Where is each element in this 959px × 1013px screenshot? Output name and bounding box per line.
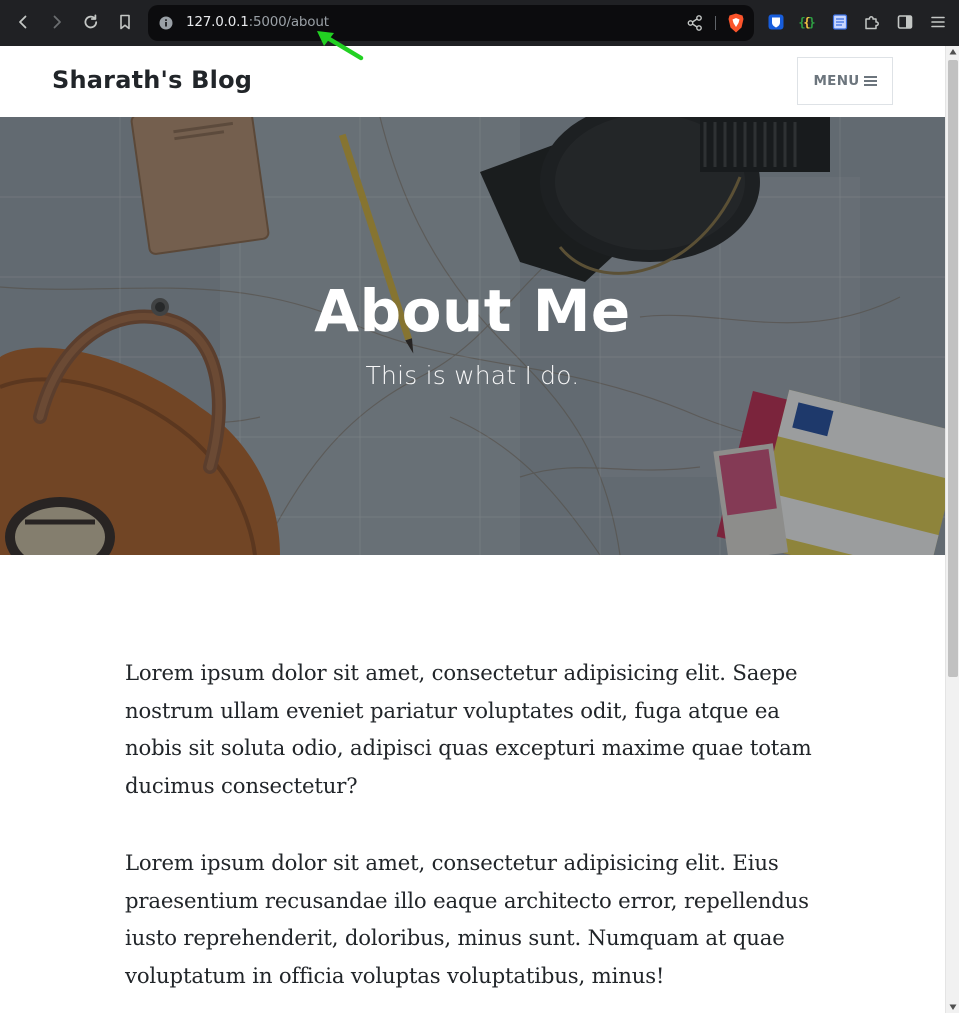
brave-shields-icon[interactable] [726, 12, 746, 34]
scroll-down-arrow-icon[interactable] [949, 1003, 957, 1011]
annotation-arrow-icon [317, 31, 364, 61]
bitwarden-icon[interactable] [766, 11, 786, 33]
hero-header: About Me This is what I do. [0, 117, 945, 555]
url-text[interactable]: 127.0.0.1:5000/about [186, 14, 329, 30]
about-content: Lorem ipsum dolor sit amet, consectetur … [125, 654, 815, 1013]
url-host: 127.0.0.1 [186, 14, 249, 30]
menu-button[interactable]: MENU [797, 57, 893, 105]
bars-icon [863, 76, 877, 86]
info-icon[interactable] [158, 15, 174, 31]
share-icon[interactable] [686, 14, 704, 32]
page-subtitle: This is what I do. [365, 361, 580, 390]
address-bar[interactable]: 127.0.0.1:5000/about [148, 5, 754, 41]
reader-icon[interactable] [830, 11, 850, 33]
page-viewport: Sharath's Blog MENU About Me This is wha… [0, 46, 945, 1013]
page-scrollbar[interactable] [945, 46, 959, 1013]
puzzle-icon[interactable] [862, 11, 882, 33]
svg-text:{: { [798, 16, 805, 30]
back-arrow-icon[interactable] [9, 8, 37, 36]
forward-arrow-icon[interactable] [43, 8, 71, 36]
site-brand[interactable]: Sharath's Blog [52, 66, 252, 94]
content-paragraph: Lorem ipsum dolor sit amet, consectetur … [125, 660, 812, 798]
omnibox-divider [715, 16, 716, 30]
bookmark-icon[interactable] [111, 8, 139, 36]
reload-icon[interactable] [77, 8, 105, 36]
sidebar-icon[interactable] [895, 11, 915, 33]
json-viewer-icon[interactable]: {{} [797, 11, 817, 33]
hamburger-menu-icon[interactable] [928, 11, 948, 33]
menu-button-label: MENU [813, 73, 860, 89]
content-paragraph: Lorem ipsum dolor sit amet, consectetur … [125, 850, 809, 988]
svg-text:}: } [808, 16, 815, 30]
scrollbar-thumb[interactable] [948, 60, 958, 677]
browser-toolbar: 127.0.0.1:5000/about {{} [0, 0, 959, 46]
scroll-up-arrow-icon[interactable] [949, 48, 957, 56]
page-title: About Me [314, 277, 631, 345]
site-navbar: Sharath's Blog MENU [0, 46, 945, 117]
